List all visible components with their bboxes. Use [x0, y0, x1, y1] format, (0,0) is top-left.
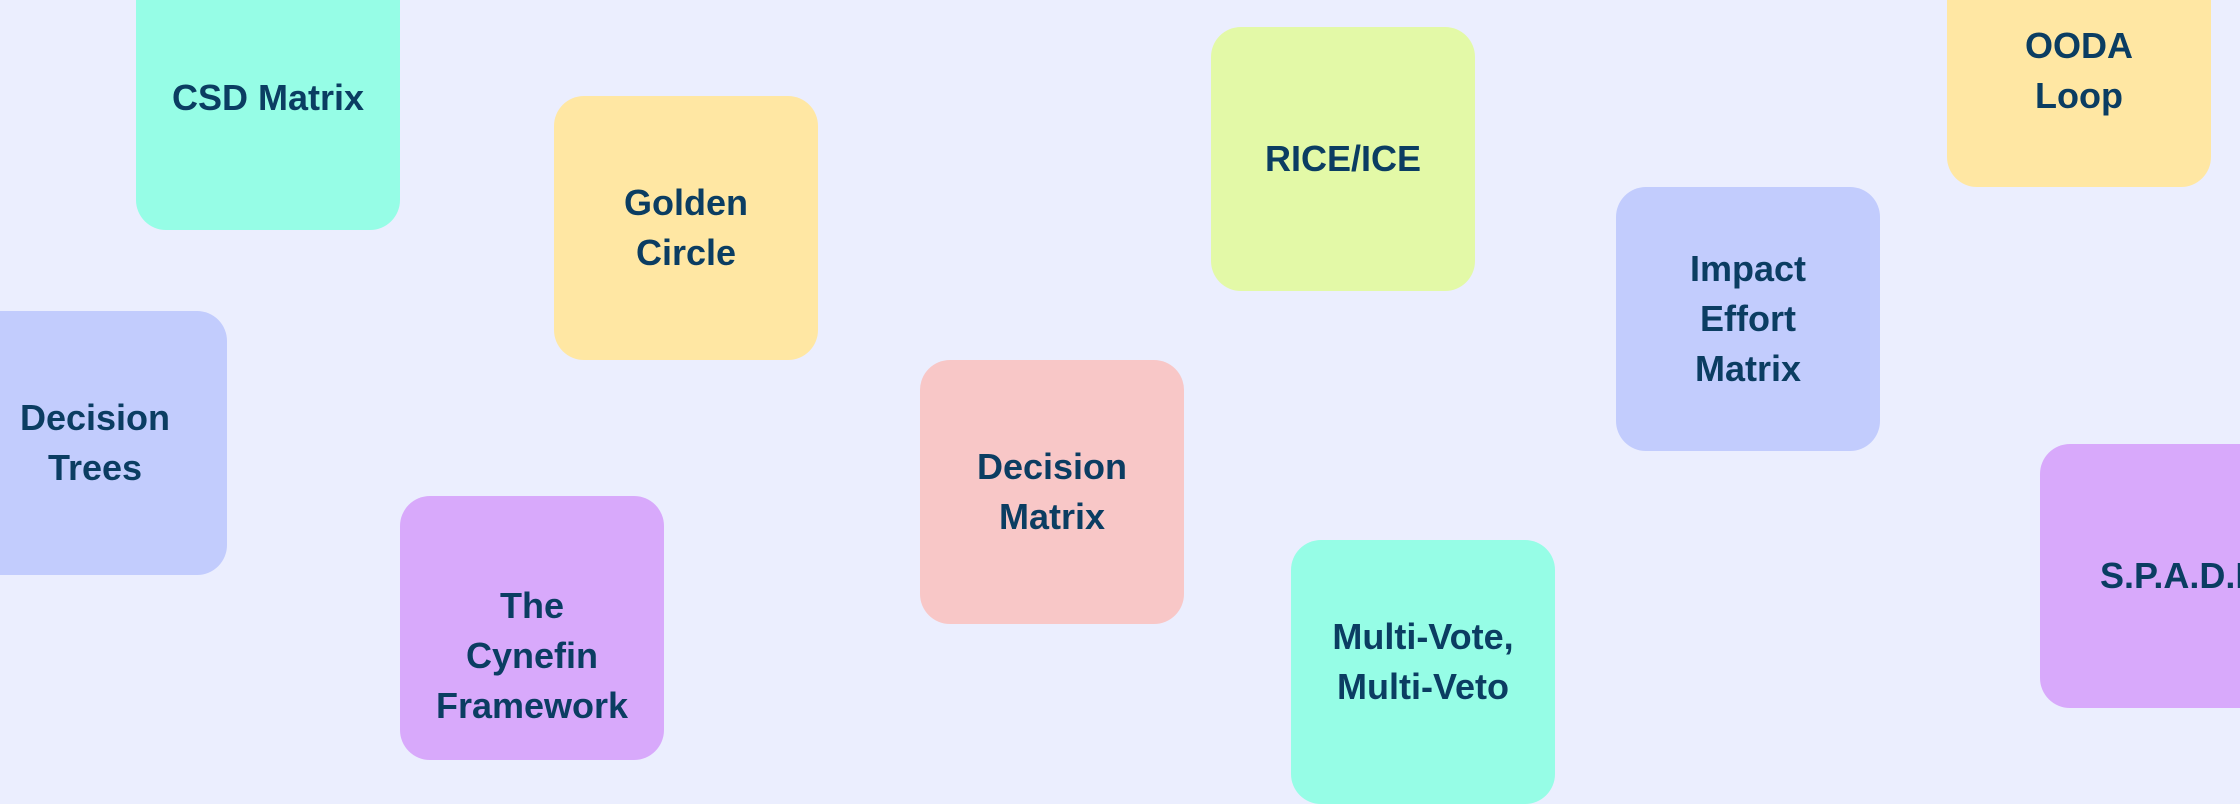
- card-label: RICE/ICE: [1264, 138, 1422, 179]
- card-label: Decision Trees: [19, 397, 171, 488]
- card-label: S.P.A.D.E.: [2100, 555, 2240, 596]
- card-golden-circle[interactable]: Golden Circle: [554, 96, 818, 360]
- card-label: Golden Circle: [624, 182, 748, 273]
- card-cynefin-framework[interactable]: The Cynefin Framework: [400, 496, 664, 760]
- card-label: Decision Matrix: [976, 446, 1128, 537]
- card-decision-trees[interactable]: Decision Trees: [0, 311, 227, 575]
- card-label: Multi-Vote, Multi-Veto: [1332, 616, 1514, 707]
- card-label: Impact Effort Matrix: [1689, 248, 1807, 389]
- card-label: The Cynefin Framework: [435, 585, 629, 726]
- card-rice-ice[interactable]: RICE/ICE: [1211, 27, 1475, 291]
- card-multi-vote-multi-veto[interactable]: Multi-Vote, Multi-Veto: [1291, 540, 1555, 804]
- card-ooda-loop[interactable]: OODA Loop: [1947, 0, 2211, 187]
- card-csd-matrix[interactable]: CSD Matrix: [136, 0, 400, 230]
- card-spade[interactable]: S.P.A.D.E.: [2040, 444, 2240, 708]
- card-label: CSD Matrix: [171, 77, 365, 118]
- card-decision-matrix[interactable]: Decision Matrix: [920, 360, 1184, 624]
- card-impact-effort-matrix[interactable]: Impact Effort Matrix: [1616, 187, 1880, 451]
- card-label: OODA Loop: [2025, 25, 2133, 116]
